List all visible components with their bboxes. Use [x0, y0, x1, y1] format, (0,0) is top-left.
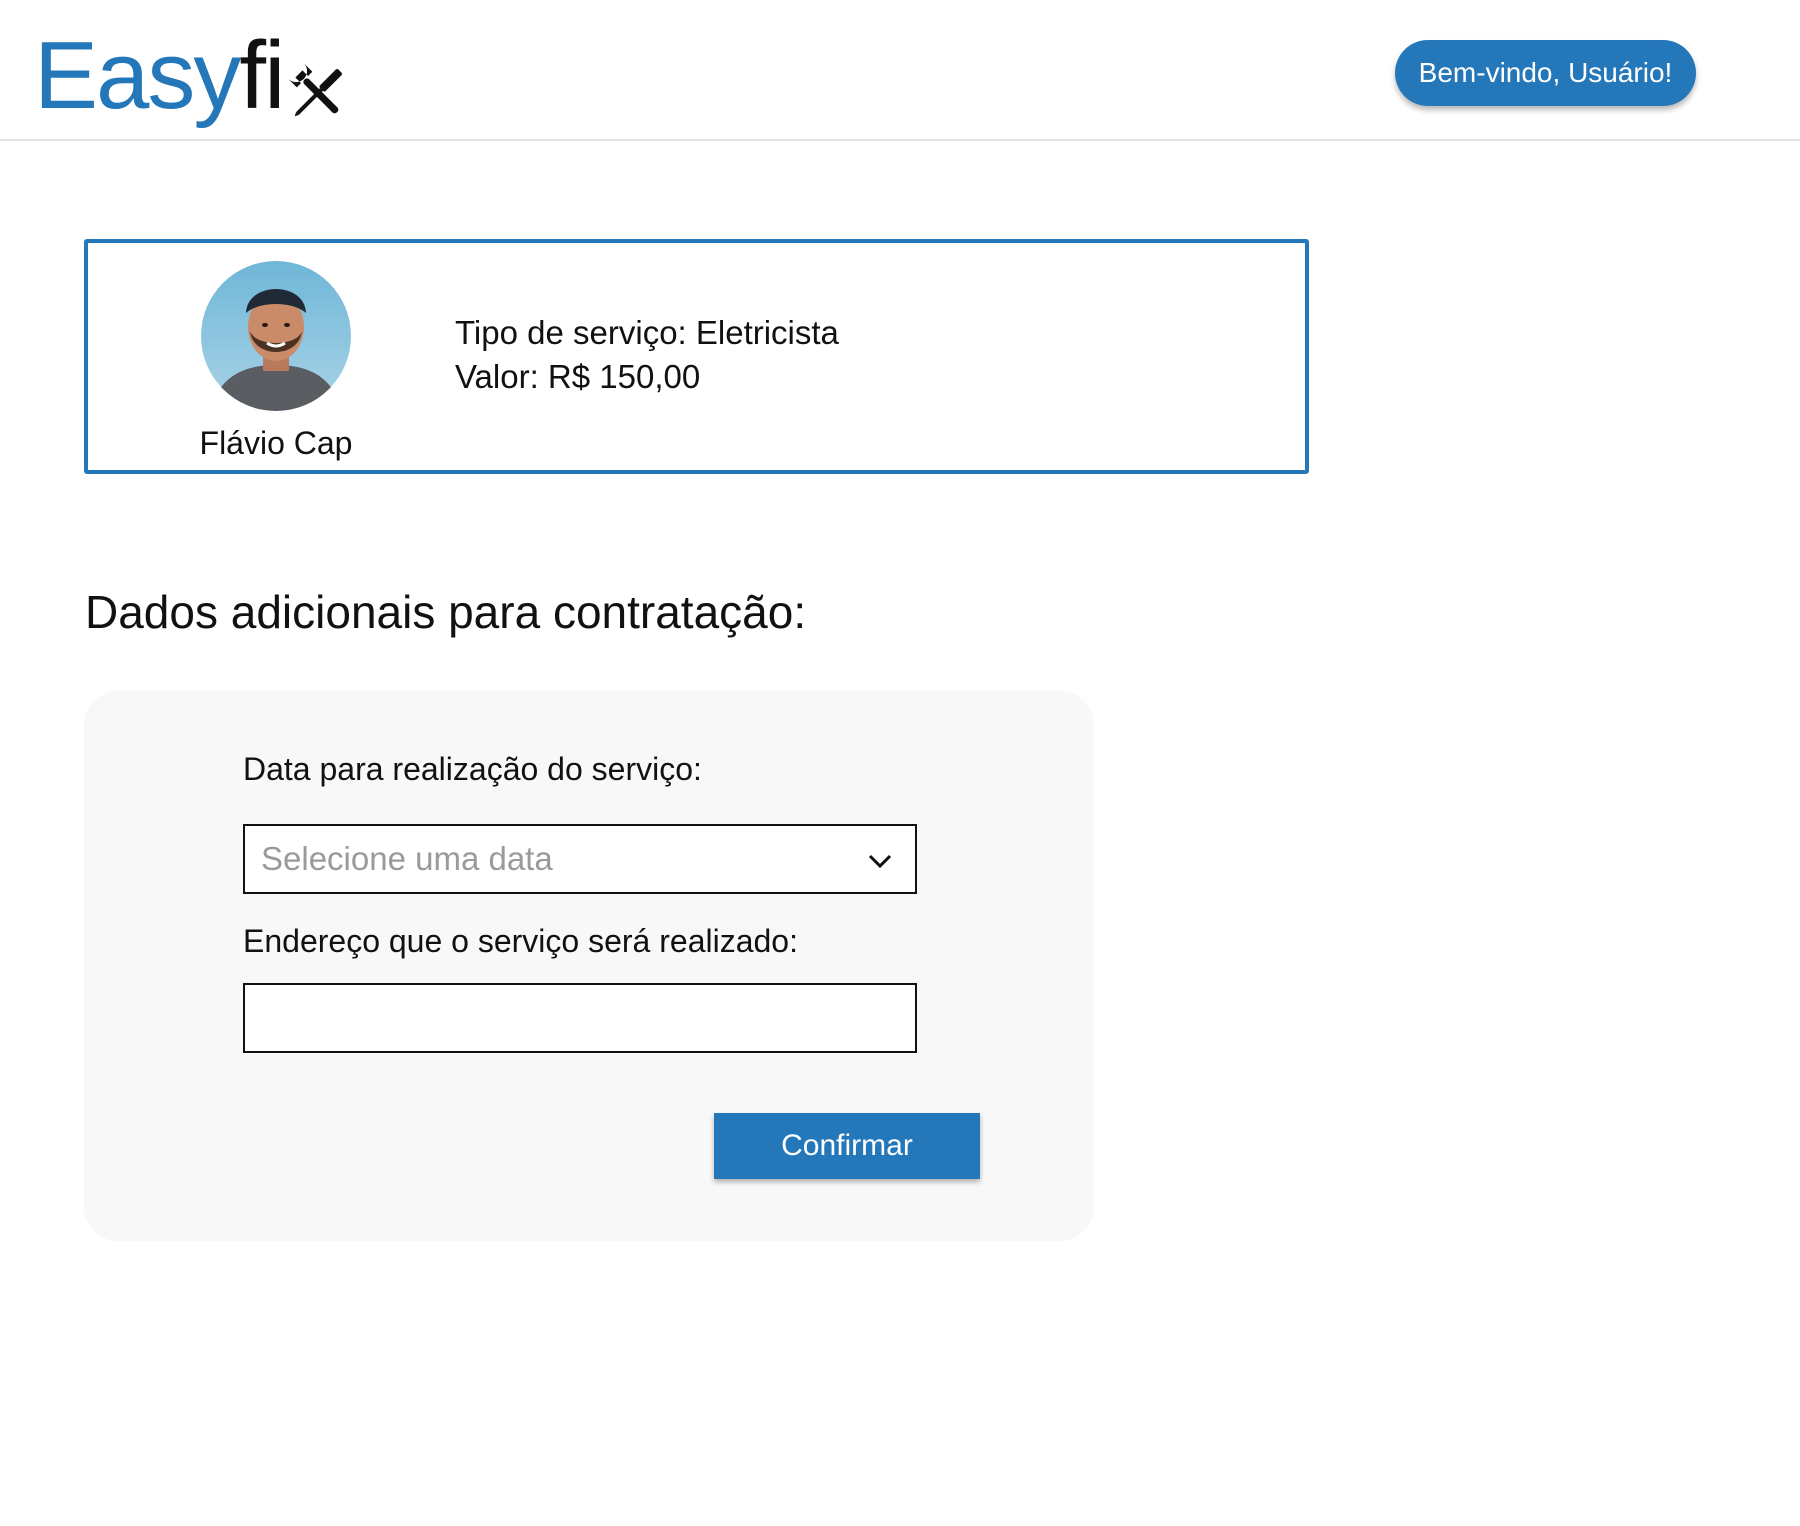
easyfix-logo[interactable]: Easy fi [34, 14, 351, 124]
address-input[interactable] [243, 983, 917, 1053]
service-price: Valor: R$ 150,00 [455, 358, 701, 395]
service-type: Tipo de serviço: Eletricista [455, 314, 839, 351]
address-label: Endereço que o serviço será realizado: [243, 923, 798, 959]
date-label: Data para realização do serviço: [243, 751, 702, 787]
tools-icon [285, 46, 351, 117]
date-select[interactable]: Selecione uma data [243, 824, 917, 894]
provider-card: Flávio Cap Tipo de serviço: Eletricista … [84, 239, 1309, 474]
provider-name: Flávio Cap [199, 425, 353, 461]
service-info: Tipo de serviço: Eletricista Valor: R$ 1… [455, 311, 839, 399]
top-header: Easy fi Bem-vindo, Usuário! [0, 0, 1800, 141]
confirm-button[interactable]: Confirmar [714, 1113, 980, 1179]
date-select-placeholder: Selecione uma data [261, 840, 553, 877]
welcome-user-button[interactable]: Bem-vindo, Usuário! [1395, 40, 1696, 106]
page-title: Dados adicionais para contratação: [85, 586, 807, 638]
chevron-down-icon [868, 854, 892, 869]
avatar [201, 261, 351, 411]
hire-form-panel: Data para realização do serviço: Selecio… [84, 691, 1094, 1241]
logo-text-fi: fi [239, 22, 285, 129]
logo-text-easy: Easy [34, 22, 241, 129]
